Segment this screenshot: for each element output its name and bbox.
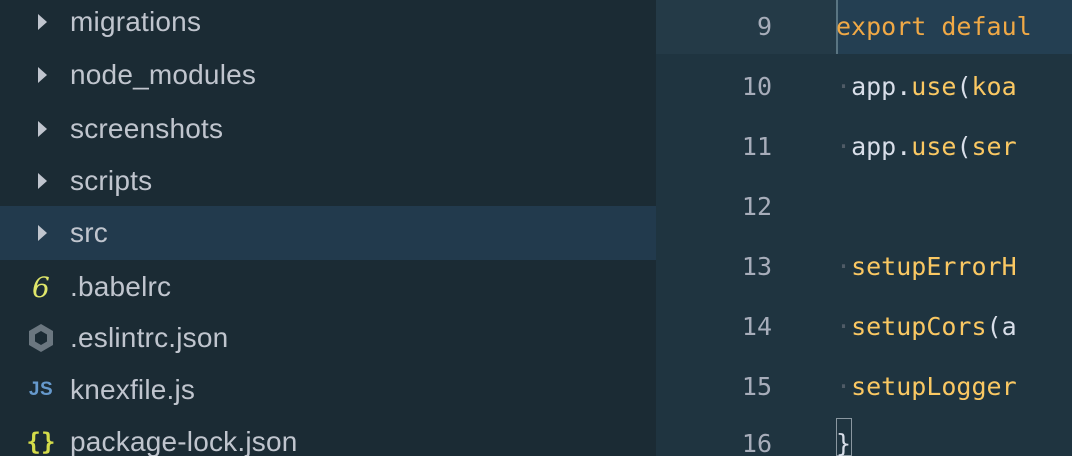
tree-item-label: scripts — [70, 165, 153, 196]
tree-item-label: node_modules — [70, 59, 257, 90]
tree-item-label: src — [70, 217, 108, 248]
tree-item-label: .eslintrc.json — [70, 322, 229, 353]
tree-item-label: .babelrc — [70, 271, 172, 302]
expand-arrow-icon[interactable] — [38, 225, 47, 241]
code-text[interactable]: ·app.use(koa — [836, 57, 1017, 117]
code-line[interactable]: 9 export defaul — [656, 0, 1072, 57]
code-editor[interactable]: 9 export defaul 10 ·app.use(koa 11 ·app.… — [656, 0, 1072, 456]
code-text[interactable]: } — [836, 414, 851, 456]
code-text[interactable]: export defaul — [836, 0, 1032, 57]
tree-folder-migrations[interactable]: migrations — [0, 0, 656, 48]
tree-folder-node-modules[interactable]: node_modules — [0, 49, 656, 101]
file-tree-sidebar: migrations node_modules screenshots scri… — [0, 0, 656, 456]
line-number: 9 — [756, 12, 772, 41]
tree-item-label: migrations — [70, 6, 202, 37]
tree-folder-src[interactable]: src — [0, 206, 656, 260]
line-number: 11 — [741, 132, 772, 161]
tree-file-package-lock[interactable]: {} package-lock.json — [0, 416, 656, 456]
code-line[interactable]: 13 ·setupErrorH — [656, 237, 1072, 297]
code-text[interactable]: ·setupCors(a — [836, 297, 1017, 357]
line-number: 10 — [741, 72, 772, 101]
line-number: 14 — [741, 312, 772, 341]
code-line[interactable]: 15 ·setupLogger — [656, 357, 1072, 417]
expand-arrow-icon[interactable] — [38, 173, 47, 189]
code-line[interactable]: 10 ·app.use(koa — [656, 57, 1072, 117]
code-text[interactable]: ·setupErrorH — [836, 237, 1017, 297]
code-line[interactable]: 11 ·app.use(ser — [656, 117, 1072, 177]
tree-file-eslintrc[interactable]: .eslintrc.json — [0, 312, 656, 364]
tree-file-babelrc[interactable]: 6 .babelrc — [0, 261, 656, 313]
expand-arrow-icon[interactable] — [38, 67, 47, 83]
code-line[interactable]: 14 ·setupCors(a — [656, 297, 1072, 357]
tree-item-label: package-lock.json — [70, 426, 298, 456]
code-line[interactable]: 12 — [656, 177, 1072, 237]
code-line[interactable]: 16 } — [656, 414, 1072, 456]
code-text[interactable]: ·setupLogger — [836, 357, 1017, 417]
js-file-icon: JS — [28, 379, 54, 400]
expand-arrow-icon[interactable] — [38, 121, 47, 137]
tree-folder-scripts[interactable]: scripts — [0, 155, 656, 207]
json-file-icon: {} — [26, 428, 56, 456]
babel-icon: 6 — [31, 270, 50, 304]
line-number: 16 — [741, 429, 772, 456]
line-number: 15 — [741, 372, 772, 401]
line-number: 12 — [741, 192, 772, 221]
tree-folder-screenshots[interactable]: screenshots — [0, 103, 656, 155]
tree-file-knexfile[interactable]: JS knexfile.js — [0, 364, 656, 416]
tree-item-label: screenshots — [70, 113, 224, 144]
tree-item-label: knexfile.js — [70, 374, 196, 405]
code-text[interactable]: ·app.use(ser — [836, 117, 1017, 177]
line-number: 13 — [741, 252, 772, 281]
eslint-icon — [24, 321, 58, 355]
expand-arrow-icon[interactable] — [38, 14, 47, 30]
